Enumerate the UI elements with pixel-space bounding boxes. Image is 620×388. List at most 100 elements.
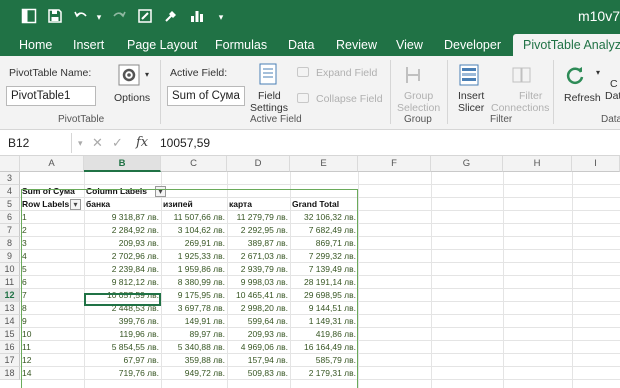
pivot-value-cell[interactable]: 9 318,87 лв. (84, 211, 161, 224)
column-header-b[interactable]: B (84, 156, 161, 172)
pivot-row-label[interactable]: 9 (20, 315, 84, 328)
pivot-value-cell[interactable]: 2 292,95 лв. (227, 224, 290, 237)
pivot-value-cell[interactable]: 4 969,06 лв. (227, 341, 290, 354)
tab-view[interactable]: View (396, 34, 423, 56)
enter-icon[interactable]: ✓ (112, 133, 123, 153)
pivot-value-cell[interactable]: 1 925,33 лв. (161, 250, 227, 263)
filter-dropdown-icon[interactable]: ▾ (70, 199, 81, 210)
group-selection-icon[interactable] (403, 64, 425, 86)
pivot-column-header[interactable]: изипей (161, 198, 227, 211)
pivot-value-cell[interactable]: 29 698,95 лв. (290, 289, 358, 302)
pivot-row-label[interactable]: 6 (20, 276, 84, 289)
customize-toolbar-icon[interactable]: ▾ (212, 8, 230, 26)
column-header-f[interactable]: F (358, 156, 431, 172)
pivot-value-cell[interactable]: 16 164,49 лв. (290, 341, 358, 354)
pivot-value-cell[interactable]: 2 939,79 лв. (227, 263, 290, 276)
row-header[interactable]: 10 (0, 263, 20, 276)
pivot-row-label[interactable]: 8 (20, 302, 84, 315)
formula-input[interactable]: 10057,59 (160, 133, 210, 153)
column-header-g[interactable]: G (431, 156, 503, 172)
pivot-value-cell[interactable]: 5 340,88 лв. (161, 341, 227, 354)
pivot-value-cell[interactable]: 9 812,12 лв. (84, 276, 161, 289)
filter-connections-icon[interactable] (510, 64, 532, 86)
pivot-value-cell[interactable]: 209,93 лв. (84, 237, 161, 250)
row-header[interactable]: 14 (0, 315, 20, 328)
pivot-value-cell[interactable]: 1 959,86 лв. (161, 263, 227, 276)
pivot-corner-label[interactable]: Sum of Сума (20, 185, 84, 198)
pivot-value-cell[interactable]: 2 671,03 лв. (227, 250, 290, 263)
tab-review[interactable]: Review (336, 34, 377, 56)
filter-connections-button[interactable]: Filter (519, 90, 542, 102)
row-header[interactable]: 9 (0, 250, 20, 263)
pivot-value-cell[interactable]: 2 239,84 лв. (84, 263, 161, 276)
pivot-row-label[interactable]: 11 (20, 341, 84, 354)
expand-field-button[interactable]: Expand Field (316, 67, 377, 79)
row-header[interactable]: 8 (0, 237, 20, 250)
pivot-column-header[interactable]: карта (227, 198, 290, 211)
redo-icon[interactable] (110, 8, 128, 26)
paintbrush-icon[interactable] (162, 8, 180, 26)
pivot-column-header[interactable]: банка (84, 198, 161, 211)
tab-insert[interactable]: Insert (73, 34, 104, 56)
chart-icon[interactable] (188, 8, 206, 26)
tab-formulas[interactable]: Formulas (215, 34, 267, 56)
pivot-value-cell[interactable]: 10 465,41 лв. (227, 289, 290, 302)
pivot-value-cell[interactable]: 9 175,95 лв. (161, 289, 227, 302)
insert-slicer-button-line2[interactable]: Slicer (458, 102, 484, 114)
pivot-value-cell[interactable]: 8 380,99 лв. (161, 276, 227, 289)
pivot-row-label[interactable]: 7 (20, 289, 84, 302)
field-settings-icon[interactable] (258, 62, 280, 88)
options-button[interactable]: Options (114, 92, 150, 104)
pivot-value-cell[interactable]: 89,97 лв. (161, 328, 227, 341)
pivot-value-cell[interactable]: 2 284,92 лв. (84, 224, 161, 237)
pivot-value-cell[interactable]: 11 507,66 лв. (161, 211, 227, 224)
refresh-button[interactable]: Refresh (564, 92, 601, 104)
column-header-c[interactable]: C (161, 156, 227, 172)
undo-dropdown-icon[interactable]: ▾ (90, 8, 108, 26)
pivot-value-cell[interactable]: 419,86 лв. (290, 328, 358, 341)
active-field-input[interactable]: Sum of Сума (167, 86, 245, 106)
column-header-a[interactable]: A (20, 156, 84, 172)
pivot-row-label[interactable]: 2 (20, 224, 84, 237)
pivot-value-cell[interactable]: 67,97 лв. (84, 354, 161, 367)
tab-home[interactable]: Home (19, 34, 52, 56)
pivot-value-cell[interactable]: 32 106,32 лв. (290, 211, 358, 224)
group-selection-button-line2[interactable]: Selection (397, 102, 440, 114)
pivot-value-cell[interactable]: 359,88 лв. (161, 354, 227, 367)
pivot-row-label[interactable]: 3 (20, 237, 84, 250)
collapse-field-button[interactable]: Collapse Field (316, 93, 383, 105)
field-settings-button-line2[interactable]: Settings (250, 102, 288, 114)
pivot-value-cell[interactable]: 5 854,55 лв. (84, 341, 161, 354)
name-box-dropdown-icon[interactable]: ▾ (78, 133, 83, 153)
pivottable-name-input[interactable]: PivotTable1 (6, 86, 96, 106)
pivot-row-label[interactable]: 12 (20, 354, 84, 367)
change-data-source-button-line2[interactable]: Dat (605, 90, 620, 102)
refresh-dropdown-icon[interactable]: ▾ (596, 68, 600, 77)
tab-pivottable-analyze[interactable]: PivotTable Analyze (513, 34, 620, 56)
pivot-value-cell[interactable]: 7 682,49 лв. (290, 224, 358, 237)
row-header[interactable]: 18 (0, 367, 20, 380)
change-data-source-button[interactable]: C (610, 78, 618, 90)
tab-page-layout[interactable]: Page Layout (127, 34, 197, 56)
pivot-value-cell[interactable]: 9 144,51 лв. (290, 302, 358, 315)
row-header[interactable]: 11 (0, 276, 20, 289)
pivot-value-cell[interactable]: 7 299,32 лв. (290, 250, 358, 263)
row-header[interactable]: 6 (0, 211, 20, 224)
pivot-value-cell[interactable]: 119,96 лв. (84, 328, 161, 341)
column-header-i[interactable]: I (572, 156, 620, 172)
pivot-row-label[interactable]: 5 (20, 263, 84, 276)
pivot-row-label[interactable]: 10 (20, 328, 84, 341)
pivot-value-cell[interactable]: 719,76 лв. (84, 367, 161, 380)
pivot-value-cell[interactable]: 509,83 лв. (227, 367, 290, 380)
column-header-d[interactable]: D (227, 156, 290, 172)
row-header[interactable]: 12 (0, 289, 20, 302)
pivot-column-header[interactable]: Grand Total (290, 198, 358, 211)
pivot-value-cell[interactable]: 2 998,20 лв. (227, 302, 290, 315)
row-header[interactable]: 3 (0, 172, 20, 185)
pivot-value-cell[interactable]: 3 697,78 лв. (161, 302, 227, 315)
tab-data[interactable]: Data (288, 34, 314, 56)
edit-icon[interactable] (136, 8, 154, 26)
pivot-value-cell[interactable]: 869,71 лв. (290, 237, 358, 250)
refresh-icon[interactable] (564, 64, 586, 86)
collapse-field-icon[interactable] (297, 93, 309, 103)
